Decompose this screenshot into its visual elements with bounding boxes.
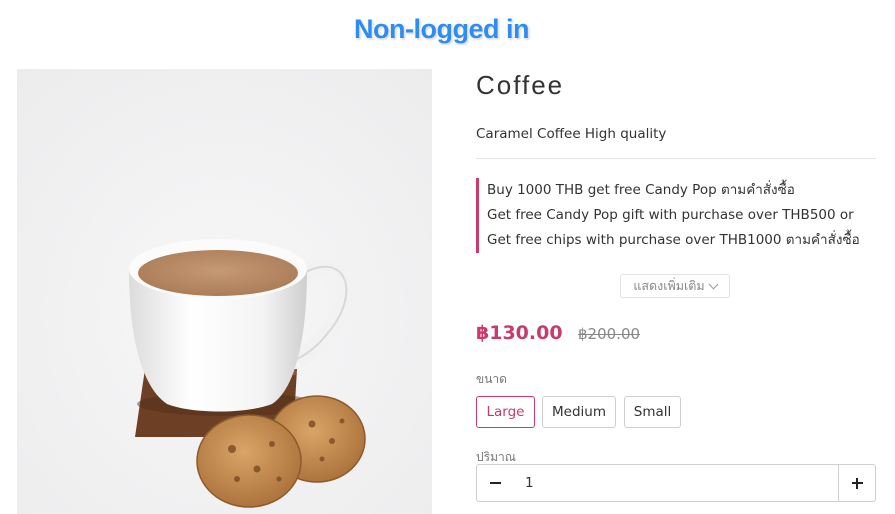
size-option-large[interactable]: Large	[476, 396, 535, 428]
size-label: ขนาด	[476, 372, 507, 386]
product-title: Coffee	[476, 70, 565, 100]
quantity-input[interactable]	[513, 465, 839, 501]
coffee-cup-with-cookies-photo	[17, 69, 432, 514]
show-more-button[interactable]: แสดงเพิ่มเติม	[620, 274, 730, 298]
minus-icon	[489, 478, 501, 489]
plus-icon	[851, 477, 863, 489]
divider	[476, 158, 876, 159]
increase-quantity-button[interactable]	[838, 465, 875, 501]
product-image	[17, 69, 432, 514]
decrease-quantity-button[interactable]	[477, 465, 513, 501]
size-option-medium[interactable]: Medium	[542, 396, 616, 428]
original-price: ฿200.00	[578, 325, 641, 343]
promotion-list: Buy 1000 THB get free Candy Pop ตามคำสั่…	[476, 178, 880, 253]
promotion-item: Get free Candy Pop gift with purchase ov…	[487, 207, 860, 248]
product-description: Caramel Coffee High quality	[476, 126, 667, 142]
size-option-small[interactable]: Small	[624, 396, 681, 428]
quantity-stepper	[476, 464, 876, 502]
promotion-item: Buy 1000 THB get free Candy Pop ตามคำสั่…	[487, 182, 795, 198]
show-more-label: แสดงเพิ่มเติม	[633, 278, 705, 293]
current-price: ฿130.00	[476, 322, 563, 344]
chevron-down-icon	[708, 279, 719, 289]
non-logged-in-banner: Non-logged in	[354, 14, 529, 44]
